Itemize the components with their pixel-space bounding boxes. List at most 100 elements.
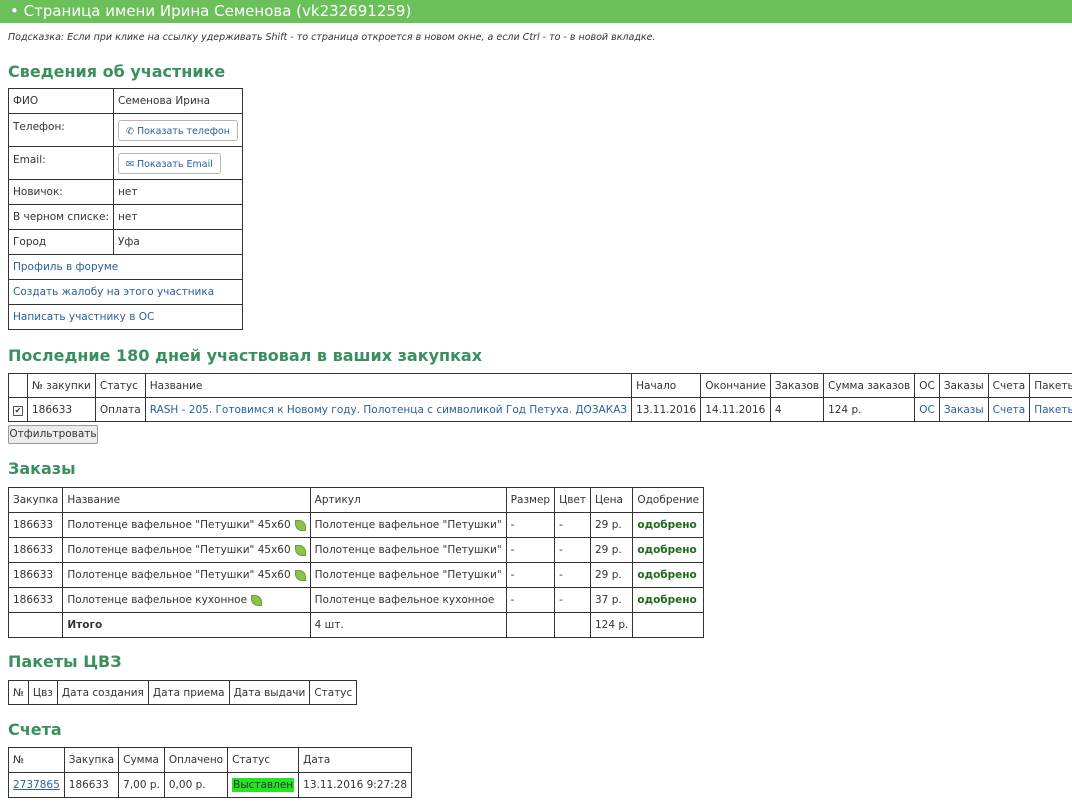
order-color: - [554, 537, 591, 563]
blacklist-label: В черном списке: [8, 204, 114, 230]
col-order-name: Название [62, 487, 311, 513]
packets-table: № Цвз Дата создания Дата приема Дата выд… [8, 680, 358, 705]
phone-label: Телефон: [8, 113, 114, 147]
city-value: Уфа [113, 229, 243, 255]
bill-number-link[interactable]: 2737865 [13, 779, 60, 791]
col-packets: Пакеты [1029, 373, 1072, 398]
order-name: Полотенце вафельное кухонное [67, 594, 248, 606]
write-message-link[interactable]: Написать участнику в ОС [13, 311, 154, 323]
order-price: 29 р. [589, 562, 634, 588]
city-label: Город [8, 229, 114, 255]
order-approval: одобрено [632, 512, 705, 538]
col-packet-no: № [8, 680, 29, 705]
table-row: 2737865 186633 7,00 р. 0,00 р. Выставлен… [8, 772, 413, 798]
order-article: Полотенце вафельное "Петушки" [309, 537, 507, 563]
table-row: 186633 Полотенце вафельное "Петушки" 45х… [7, 562, 705, 588]
col-article: Артикул [309, 487, 507, 513]
bill-date: 13.11.2016 9:27:28 [298, 772, 413, 798]
col-orders-count: Заказов [769, 373, 825, 398]
fio-value: Семенова Ирина [113, 88, 243, 114]
order-name: Полотенце вафельное "Петушки" 45х60 [67, 544, 291, 556]
show-phone-button[interactable]: ✆ Показать телефон [118, 120, 238, 141]
leaf-icon [294, 569, 306, 581]
col-status: Статус [94, 373, 146, 398]
table-row: 186633 Полотенце вафельное "Петушки" 45х… [7, 537, 705, 563]
email-label: Email: [8, 146, 114, 180]
orders-heading: Заказы [8, 459, 76, 478]
order-name: Полотенце вафельное "Петушки" 45х60 [67, 569, 291, 581]
order-size: - [505, 512, 556, 538]
col-purchase-no: № закупки [27, 373, 96, 398]
newbie-label: Новичок: [8, 179, 114, 205]
member-heading: Сведения об участнике [8, 62, 226, 81]
leaf-icon [294, 544, 306, 556]
col-bill-paid: Оплачено [163, 747, 229, 773]
purchase-checkbox[interactable]: ✔ [13, 405, 23, 416]
purchase-name-link[interactable]: RASH - 205. Готовимся к Новому году. Пол… [150, 404, 627, 416]
total-sum: 124 р. [589, 612, 634, 638]
col-packet-status: Статус [309, 680, 358, 705]
col-bill-status: Статус [227, 747, 300, 773]
show-phone-label: Показать телефон [136, 126, 230, 137]
order-price: 29 р. [589, 512, 634, 538]
order-article: Полотенце вафельное "Петушки" [309, 512, 507, 538]
show-email-label: Показать Email [136, 159, 213, 170]
col-bills: Счета [987, 373, 1031, 398]
leaf-icon [251, 594, 263, 606]
col-bill-date: Дата [298, 747, 413, 773]
table-row: 186633 Полотенце вафельное "Петушки" 45х… [7, 512, 705, 538]
status-badge: Выставлен [232, 778, 295, 792]
packets-link[interactable]: Пакеты [1034, 404, 1072, 416]
table-row: ✔ 186633 Оплата RASH - 205. Готовимся к … [8, 397, 1072, 422]
order-price: 37 р. [589, 587, 634, 613]
purchase-end: 14.11.2016 [700, 397, 771, 422]
total-row: Итого 4 шт. 124 р. [7, 612, 705, 638]
total-qty: 4 шт. [309, 612, 507, 638]
order-purchase: 186633 [7, 512, 64, 538]
create-complaint-link[interactable]: Создать жалобу на этого участника [13, 286, 214, 298]
bill-sum: 7,00 р. [118, 772, 165, 798]
forum-profile-link[interactable]: Профиль в форуме [13, 261, 118, 273]
col-created: Дата создания [56, 680, 149, 705]
order-purchase: 186633 [7, 537, 64, 563]
col-start: Начало [631, 373, 702, 398]
bills-table: № Закупка Сумма Оплачено Статус Дата 273… [8, 747, 413, 798]
page-title: • Страница имени Ирина Семенова (vk23269… [0, 0, 1072, 23]
order-name: Полотенце вафельное "Петушки" 45х60 [67, 519, 291, 531]
order-price: 29 р. [589, 537, 634, 563]
order-color: - [554, 587, 591, 613]
order-color: - [554, 512, 591, 538]
bill-purchase: 186633 [63, 772, 120, 798]
orders-link[interactable]: Заказы [944, 404, 984, 416]
order-purchase: 186633 [7, 562, 64, 588]
order-approval: одобрено [632, 587, 705, 613]
order-approval: одобрено [632, 562, 705, 588]
blacklist-value: нет [113, 204, 243, 230]
col-end: Окончание [700, 373, 771, 398]
col-received: Дата приема [147, 680, 230, 705]
newbie-value: нет [113, 179, 243, 205]
purchase-id: 186633 [27, 397, 96, 422]
phone-icon: ✆ [126, 126, 134, 137]
bills-link[interactable]: Счета [993, 404, 1026, 416]
total-label: Итого [62, 612, 311, 638]
col-purchase: Закупка [7, 487, 64, 513]
col-color: Цвет [554, 487, 591, 513]
os-link[interactable]: ОС [919, 404, 935, 416]
col-cvz: Цвз [27, 680, 58, 705]
leaf-icon [294, 519, 306, 531]
col-bill-no: № [8, 747, 65, 773]
bills-heading: Счета [8, 720, 62, 739]
purchases-table: № закупки Статус Название Начало Окончан… [8, 373, 1072, 422]
fio-label: ФИО [8, 88, 114, 114]
purchase-sum: 124 р. [823, 397, 916, 422]
col-select [8, 373, 28, 398]
col-orders: Заказы [938, 373, 989, 398]
bill-paid: 0,00 р. [163, 772, 229, 798]
order-article: Полотенце вафельное кухонное [309, 587, 507, 613]
col-bill-sum: Сумма [118, 747, 165, 773]
filter-button[interactable]: Отфильтровать [8, 425, 98, 444]
show-email-button[interactable]: ✉ Показать Email [118, 153, 221, 174]
purchases-heading: Последние 180 дней участвовал в ваших за… [8, 346, 483, 365]
table-row: 186633 Полотенце вафельное кухонное Поло… [7, 587, 705, 613]
